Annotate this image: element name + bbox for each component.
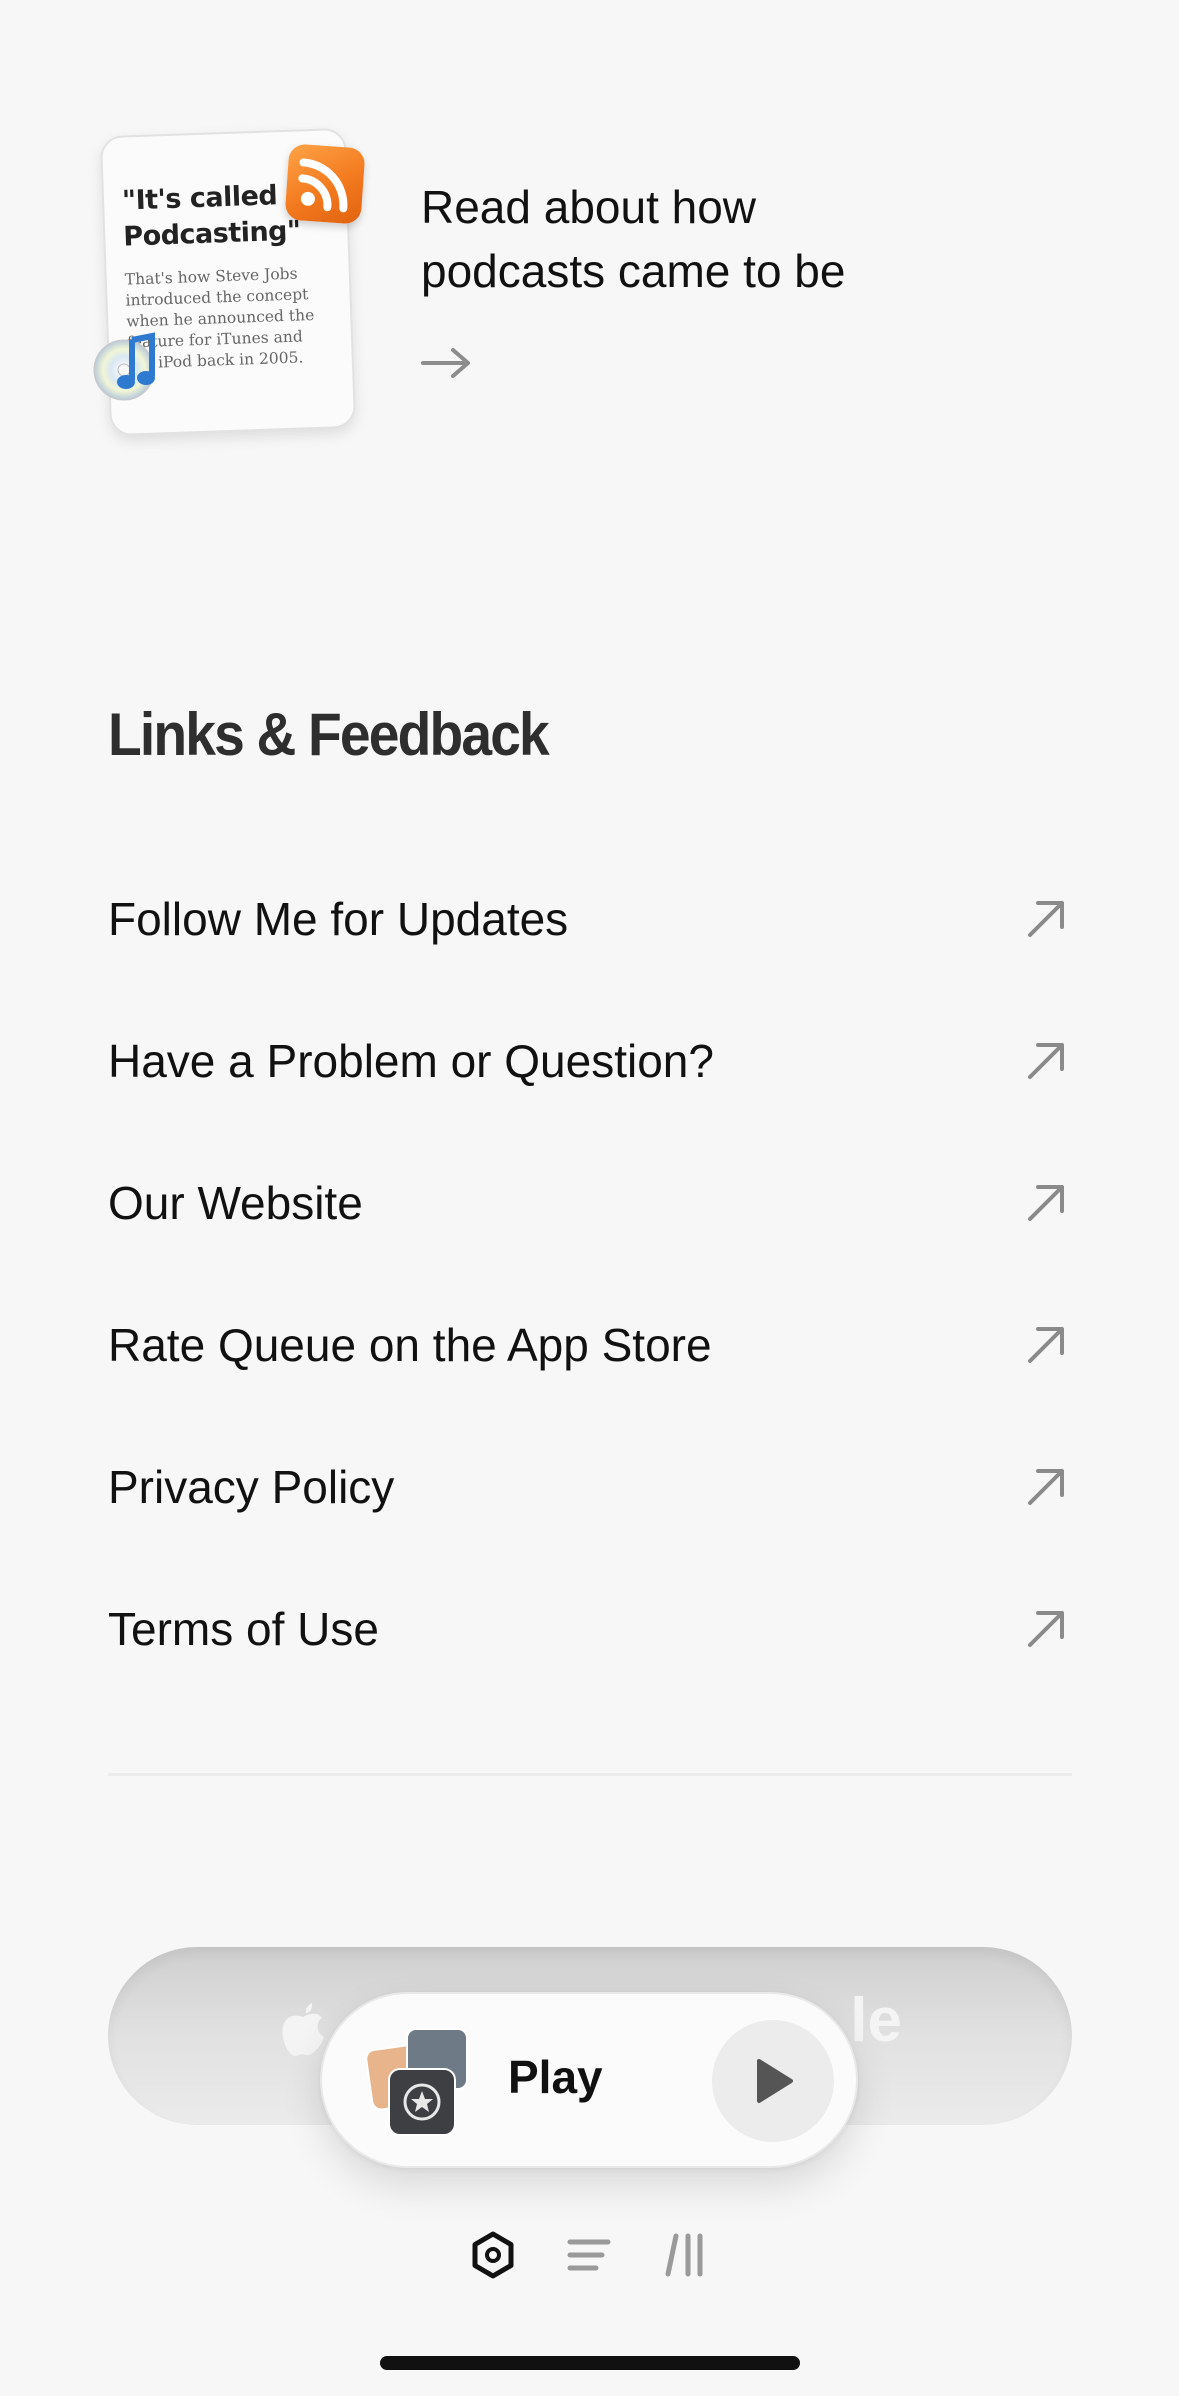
external-link-icon	[1028, 1185, 1064, 1221]
link-label: Follow Me for Updates	[108, 893, 569, 945]
play-icon	[757, 2059, 793, 2103]
link-follow-updates[interactable]: Follow Me for Updates	[108, 859, 1072, 979]
list-icon[interactable]	[564, 2230, 614, 2280]
mini-player[interactable]: Play	[320, 1992, 858, 2168]
link-label: Our Website	[108, 1177, 363, 1229]
play-label: Play	[508, 2051, 603, 2103]
link-terms-of-use[interactable]: Terms of Use	[108, 1569, 1072, 1689]
link-problem-question[interactable]: Have a Problem or Question?	[108, 1001, 1072, 1121]
external-link-icon	[1028, 1327, 1064, 1363]
link-rate-app[interactable]: Rate Queue on the App Store	[108, 1285, 1072, 1405]
headline-line2: podcasts came to be	[421, 245, 846, 297]
home-indicator	[380, 2356, 800, 2370]
article-headline[interactable]: Read about how podcasts came to be	[421, 175, 845, 303]
external-link-icon	[1028, 901, 1064, 937]
external-link-icon	[1028, 1611, 1064, 1647]
link-label: Rate Queue on the App Store	[108, 1319, 712, 1371]
apple-button-text: le	[850, 1986, 902, 2055]
link-label: Have a Problem or Question?	[108, 1035, 714, 1087]
rss-icon	[284, 143, 366, 225]
arrow-right-icon[interactable]	[421, 340, 473, 386]
link-label: Terms of Use	[108, 1603, 379, 1655]
itunes-cd-icon	[90, 330, 166, 406]
external-link-icon	[1028, 1469, 1064, 1505]
link-our-website[interactable]: Our Website	[108, 1143, 1072, 1263]
apple-icon	[282, 2003, 324, 2057]
link-privacy-policy[interactable]: Privacy Policy	[108, 1427, 1072, 1547]
external-link-icon	[1028, 1043, 1064, 1079]
podcast-artwork-stack	[363, 2028, 478, 2138]
library-icon[interactable]	[660, 2230, 710, 2280]
headline-line1: Read about how	[421, 181, 757, 233]
hexagon-icon[interactable]	[468, 2230, 518, 2280]
divider	[108, 1773, 1072, 1776]
star-badge-icon	[403, 2083, 441, 2121]
screen: "It's called Podcasting" That's how Stev…	[0, 0, 1179, 2396]
section-title: Links & Feedback	[108, 701, 550, 768]
podcast-artwork	[388, 2068, 456, 2136]
link-label: Privacy Policy	[108, 1461, 395, 1513]
play-button[interactable]	[712, 2020, 834, 2142]
tab-bar	[0, 2230, 1179, 2280]
